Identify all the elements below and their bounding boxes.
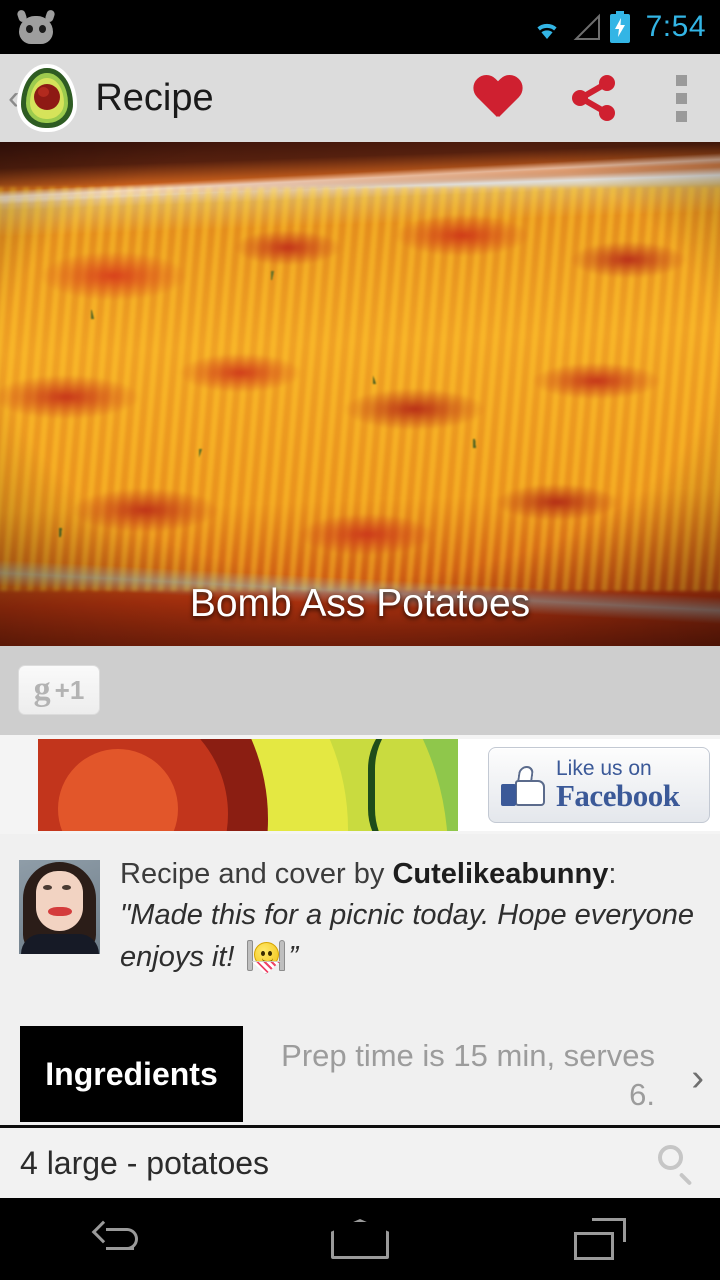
avocado-illustration [38, 739, 458, 831]
action-bar-actions [450, 54, 720, 142]
tab-ingredients[interactable]: Ingredients [20, 1026, 243, 1122]
google-g-icon: g [33, 671, 51, 708]
back-icon [91, 1220, 148, 1258]
facebook-button-label: Like us on Facebook [556, 758, 680, 813]
ingredients-tab-row: Ingredients Prep time is 15 min, serves … [0, 1017, 720, 1127]
recents-icon [574, 1218, 626, 1260]
recipe-hero-image[interactable]: Bomb Ass Potatoes [0, 142, 720, 646]
casserole-photo [0, 142, 720, 646]
quote-text: "Made this for a picnic today. Hope ever… [120, 899, 694, 974]
action-bar: ‹ Recipe [0, 54, 720, 142]
quote-close: ” [288, 941, 299, 974]
overflow-menu-button[interactable] [642, 54, 720, 142]
tab-ingredients-label: Ingredients [45, 1055, 218, 1092]
back-chevron-icon[interactable]: ‹ [8, 81, 19, 115]
fb-line2: Facebook [556, 777, 680, 813]
author-section: Recipe and cover by Cutelikeabunny: "Mad… [0, 845, 720, 1017]
favorite-button[interactable] [450, 54, 546, 142]
share-icon [572, 75, 615, 121]
advertisement-banner[interactable]: Like us on Facebook [0, 735, 720, 834]
cyanogenmod-robot-icon [14, 9, 58, 44]
status-bar-indicators: 7:54 [529, 10, 720, 44]
credit-prefix: Recipe and cover by [120, 858, 393, 890]
list-item[interactable]: 4 large - potatoes [0, 1128, 720, 1198]
avocado-icon[interactable] [21, 68, 74, 128]
wifi-icon [530, 14, 563, 39]
status-bar: 7:54 [0, 0, 720, 54]
facebook-thumbs-up-icon [501, 764, 547, 806]
social-band: g +1 [0, 646, 720, 735]
avatar[interactable] [19, 860, 100, 954]
nav-back-button[interactable] [0, 1198, 240, 1280]
chevron-right-icon[interactable]: › [691, 1059, 704, 1097]
signal-icon [573, 13, 600, 40]
credit-suffix: : [608, 858, 617, 890]
status-bar-clock: 7:54 [645, 10, 706, 43]
android-navigation-bar [0, 1198, 720, 1280]
nav-home-button[interactable] [240, 1198, 480, 1280]
author-text-block: Recipe and cover by Cutelikeabunny: "Mad… [120, 855, 704, 978]
recipe-credit: Recipe and cover by Cutelikeabunny: [120, 855, 704, 894]
recipe-title: Bomb Ass Potatoes [189, 582, 531, 625]
ad-content[interactable]: Like us on Facebook [38, 739, 720, 831]
smiley-with-fork-and-knife-emoji [244, 940, 288, 975]
home-icon [331, 1219, 389, 1259]
share-button[interactable] [546, 54, 642, 142]
search-icon[interactable] [656, 1143, 696, 1186]
app-screen: 7:54 ‹ Recipe Bomb Ass Potatoes g +1 Lik… [0, 0, 720, 1280]
plusone-label: +1 [54, 674, 85, 705]
overflow-menu-icon [675, 74, 687, 122]
author-quote: "Made this for a picnic today. Hope ever… [120, 894, 704, 978]
nav-recents-button[interactable] [480, 1198, 720, 1280]
google-plusone-button[interactable]: g +1 [18, 665, 100, 715]
page-title: Recipe [95, 76, 214, 119]
author-name[interactable]: Cutelikeabunny [392, 858, 608, 890]
battery-charging-icon [609, 11, 630, 43]
prep-time-text: Prep time is 15 min, serves 6. [281, 1038, 655, 1112]
heart-icon [473, 76, 523, 121]
like-us-on-facebook-button[interactable]: Like us on Facebook [488, 747, 710, 823]
ingredient-text: 4 large - potatoes [20, 1144, 270, 1181]
